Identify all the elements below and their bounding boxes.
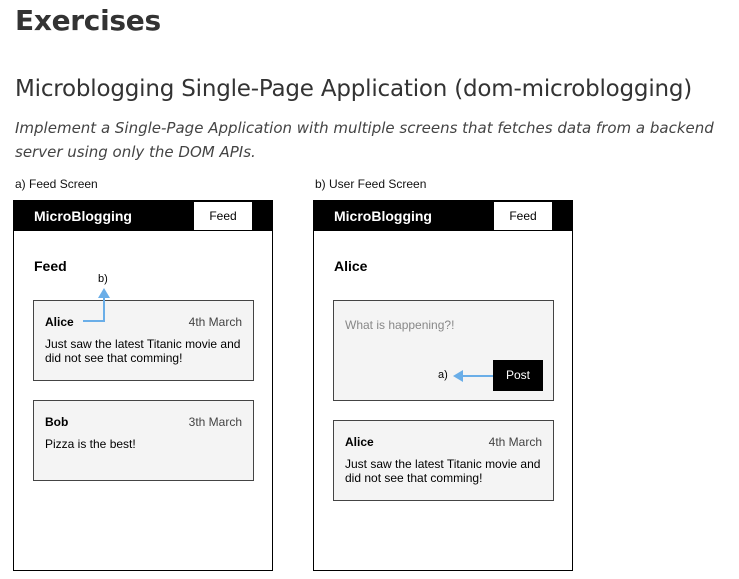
arrow-head: [453, 370, 463, 382]
arrow-to-user-feed: [83, 288, 110, 322]
arrow-to-feed: [453, 370, 493, 382]
arrow-line: [83, 296, 105, 322]
page: Exercises Microblogging Single-Page Appl…: [0, 0, 739, 579]
arrow-head: [98, 288, 110, 298]
annotation-arrows: [83, 288, 493, 382]
